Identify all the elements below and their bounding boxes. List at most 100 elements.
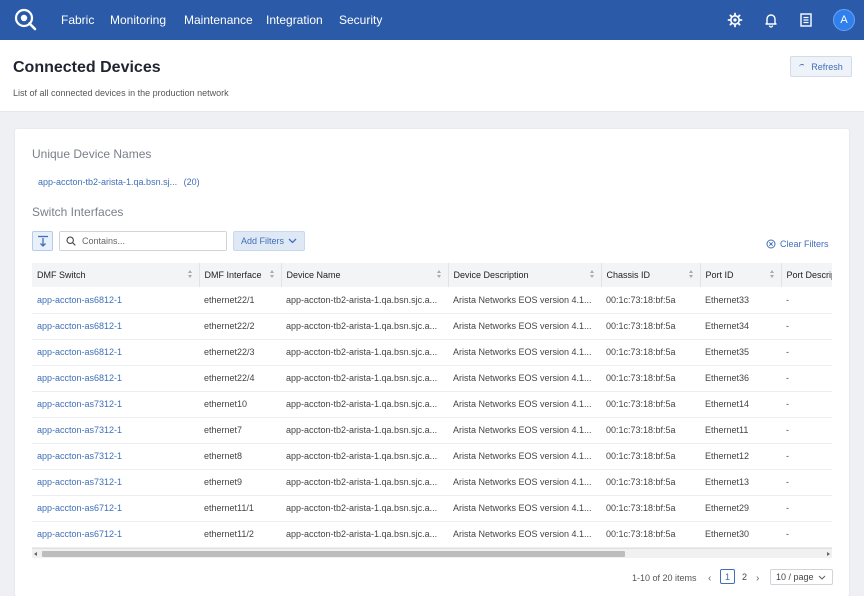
cell-port-id: Ethernet14 [700,391,781,418]
table-row[interactable]: app-accton-as7312-1 ethernet10 app-accton-… [32,391,832,418]
cell-port-description: - [781,365,832,392]
cell-chassis-id: 00:1c:73:18:bf:5a [601,469,700,496]
cell-device-name: app-accton-tb2-arista-1.qa.bsn.sjc.a... [281,443,448,470]
search-field[interactable] [59,231,227,251]
table-row[interactable]: app-accton-as6812-1 ethernet22/1 app-accto… [32,287,832,314]
sort-icon[interactable] [688,270,694,280]
clear-filters-label: Clear Filters [780,239,829,249]
bell-icon[interactable] [762,11,780,29]
table-row[interactable]: app-accton-as7312-1 ethernet9 app-accton-t… [32,469,832,496]
cell-dmf-interface: ethernet22/3 [199,339,281,366]
table-body: app-accton-as6812-1 ethernet22/1 app-accto… [32,287,832,548]
column-header-device-name[interactable]: Device Name [281,263,449,287]
table-row[interactable]: app-accton-as6812-1 ethernet22/2 app-accto… [32,313,832,340]
clear-filters-button[interactable]: Clear Filters [766,239,829,249]
cell-port-description: - [781,391,832,418]
cell-device-name: app-accton-tb2-arista-1.qa.bsn.sjc.a... [281,339,448,366]
previous-page-icon[interactable]: ‹ [708,573,711,584]
horizontal-scrollbar[interactable] [32,548,832,558]
cell-dmf-switch[interactable]: app-accton-as6812-1 [32,339,199,366]
sort-icon[interactable] [769,270,775,280]
column-header-port-id[interactable]: Port ID [700,263,782,287]
cell-chassis-id: 00:1c:73:18:bf:5a [601,417,700,444]
cell-port-description: - [781,417,832,444]
scroll-right-icon[interactable] [827,552,830,556]
nav-security[interactable]: Security [339,13,382,27]
cell-device-name: app-accton-tb2-arista-1.qa.bsn.sjc.a... [281,365,448,392]
notes-icon[interactable] [797,11,815,29]
table-row[interactable]: app-accton-as6812-1 ethernet22/3 app-accto… [32,339,832,366]
cell-port-id: Ethernet30 [700,521,781,548]
avatar[interactable]: A [833,9,855,31]
cell-port-id: Ethernet35 [700,339,781,366]
cell-port-id: Ethernet12 [700,443,781,470]
column-header-dmf-switch[interactable]: DMF Switch [32,263,200,287]
cell-dmf-switch[interactable]: app-accton-as7312-1 [32,391,199,418]
page-size-select[interactable]: 10 / page [770,569,833,585]
next-page-icon[interactable]: › [756,573,759,584]
switch-interfaces-title: Switch Interfaces [32,205,124,219]
cell-device-description: Arista Networks EOS version 4.1... [448,391,601,418]
table-row[interactable]: app-accton-as7312-1 ethernet8 app-accton-t… [32,443,832,470]
cell-dmf-switch[interactable]: app-accton-as6812-1 [32,365,199,392]
cell-dmf-interface: ethernet9 [199,469,281,496]
cell-dmf-interface: ethernet11/2 [199,521,281,548]
cell-chassis-id: 00:1c:73:18:bf:5a [601,365,700,392]
page-1-button[interactable]: 1 [720,569,735,584]
cell-dmf-switch[interactable]: app-accton-as6712-1 [32,495,199,522]
refresh-spinner-icon [799,63,806,70]
refresh-button[interactable]: Refresh [790,56,852,77]
add-filters-button[interactable]: Add Filters [233,231,305,251]
cell-port-description: - [781,313,832,340]
cell-device-name: app-accton-tb2-arista-1.qa.bsn.sjc.a... [281,521,448,548]
cell-port-id: Ethernet33 [700,287,781,314]
chevron-down-icon [818,575,825,580]
cell-dmf-interface: ethernet22/1 [199,287,281,314]
cell-device-description: Arista Networks EOS version 4.1... [448,287,601,314]
gear-icon[interactable] [726,11,744,29]
cell-chassis-id: 00:1c:73:18:bf:5a [601,521,700,548]
cell-dmf-switch[interactable]: app-accton-as7312-1 [32,443,199,470]
export-button[interactable] [32,231,53,251]
table-row[interactable]: app-accton-as6712-1 ethernet11/2 app-accto… [32,521,832,548]
cell-dmf-switch[interactable]: app-accton-as6712-1 [32,521,199,548]
table-row[interactable]: app-accton-as7312-1 ethernet7 app-accton-t… [32,417,832,444]
table-row[interactable]: app-accton-as6712-1 ethernet11/1 app-accto… [32,495,832,522]
cell-port-description: - [781,443,832,470]
cell-device-description: Arista Networks EOS version 4.1... [448,339,601,366]
sort-icon[interactable] [269,270,275,280]
scrollbar-thumb[interactable] [42,551,625,557]
sort-icon[interactable] [187,270,193,280]
column-header-dmf-interface[interactable]: DMF Interface [199,263,282,287]
refresh-label: Refresh [811,61,843,72]
cell-dmf-switch[interactable]: app-accton-as7312-1 [32,417,199,444]
cell-port-description: - [781,521,832,548]
search-input[interactable] [82,236,222,246]
sort-icon[interactable] [436,270,442,280]
column-header-chassis-id[interactable]: Chassis ID [601,263,701,287]
cell-device-description: Arista Networks EOS version 4.1... [448,521,601,548]
unique-device-count: (20) [183,177,200,187]
content-card: Unique Device Names app-accton-tb2-arist… [15,129,849,596]
scroll-left-icon[interactable] [34,552,37,556]
page-2-button[interactable]: 2 [737,569,752,584]
nav-monitoring[interactable]: Monitoring [110,13,166,27]
cell-port-id: Ethernet29 [700,495,781,522]
column-header-device-description[interactable]: Device Description [448,263,602,287]
app-logo-icon[interactable] [14,8,38,32]
table-row[interactable]: app-accton-as6812-1 ethernet22/4 app-accto… [32,365,832,392]
column-header-port-description[interactable]: Port Description [781,263,832,287]
unique-device-name-link[interactable]: app-accton-tb2-arista-1.qa.bsn.sj... (20… [38,177,200,187]
nav-maintenance[interactable]: Maintenance [184,13,253,27]
cell-dmf-switch[interactable]: app-accton-as6812-1 [32,287,199,314]
nav-integration[interactable]: Integration [266,13,323,27]
cell-device-name: app-accton-tb2-arista-1.qa.bsn.sjc.a... [281,287,448,314]
unique-device-names-title: Unique Device Names [32,147,152,161]
cell-dmf-switch[interactable]: app-accton-as7312-1 [32,469,199,496]
page-title: Connected Devices [13,59,161,76]
sort-icon[interactable] [589,270,595,280]
page-size-value: 10 / page [776,572,814,582]
cell-dmf-switch[interactable]: app-accton-as6812-1 [32,313,199,340]
nav-fabric[interactable]: Fabric [61,13,94,27]
cell-dmf-interface: ethernet22/2 [199,313,281,340]
